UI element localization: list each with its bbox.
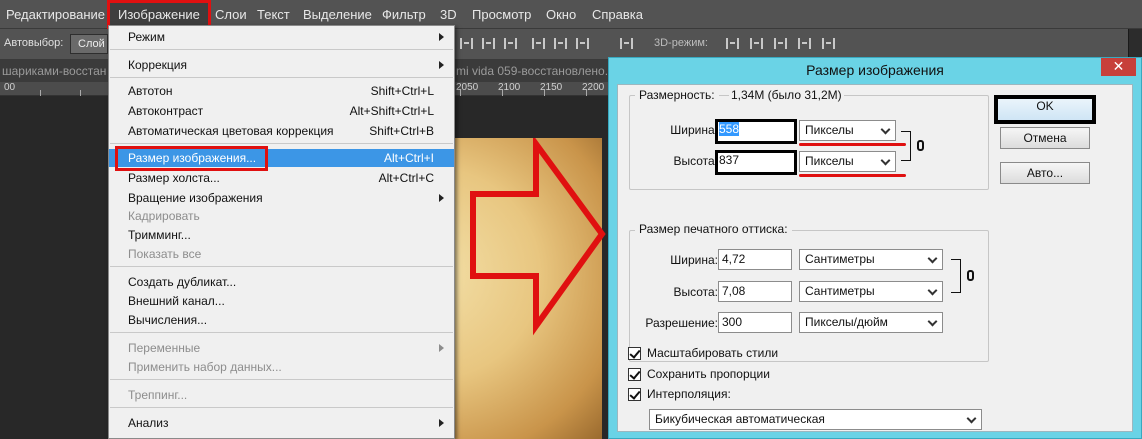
- distribute-icon[interactable]: [620, 38, 633, 49]
- document-tab-1[interactable]: шариками-восстан: [2, 60, 106, 82]
- pixel-dimensions-value: 1,34M (было 31,2M): [729, 88, 844, 102]
- chevron-down-icon: [966, 413, 977, 423]
- pixel-width-field[interactable]: 558: [715, 119, 797, 144]
- submenu-arrow-icon: [439, 194, 444, 202]
- cancel-button[interactable]: Отмена: [1000, 127, 1090, 149]
- chevron-down-icon: [927, 285, 938, 295]
- scale-styles-checkbox[interactable]: [628, 347, 641, 360]
- menu-item-trim[interactable]: Тримминг...: [109, 226, 454, 244]
- resolution-label: Разрешение:: [645, 316, 718, 330]
- menu-item-apply-data-set[interactable]: Применить набор данных...: [109, 358, 454, 376]
- print-width-unit-select[interactable]: Сантиметры: [799, 249, 943, 270]
- print-width-label: Ширина:: [670, 253, 718, 267]
- align-center-icon[interactable]: [554, 38, 567, 49]
- mode-3d-label: 3D-режим:: [654, 37, 708, 49]
- 3d-roll-icon[interactable]: [750, 38, 763, 49]
- menu-item-auto-tone[interactable]: Автотон Shift+Ctrl+L: [109, 82, 454, 100]
- align-middle-icon[interactable]: [482, 38, 495, 49]
- image-menu-dropdown: Режим Коррекция Автотон Shift+Ctrl+L Авто…: [108, 25, 455, 439]
- align-top-icon[interactable]: [460, 38, 473, 49]
- menu-item-adjustments[interactable]: Коррекция: [109, 56, 454, 74]
- chevron-down-icon: [927, 253, 938, 263]
- submenu-arrow-icon: [439, 33, 444, 41]
- link-bracket: [951, 259, 961, 293]
- chevron-down-icon: [927, 316, 938, 326]
- menu-item-reveal-all[interactable]: Показать все: [109, 245, 454, 263]
- dialog-body: Размерность: 1,34M (было 31,2M) Ширина: …: [617, 84, 1133, 432]
- menu-item-auto-contrast[interactable]: Автоконтраст Alt+Shift+Ctrl+L: [109, 102, 454, 120]
- resample-checkbox[interactable]: [628, 388, 641, 401]
- print-size-title: Размер печатного оттиска:: [635, 222, 792, 236]
- pixel-height-label: Высота:: [673, 154, 718, 168]
- constrain-proportions-label: Сохранить пропорции: [647, 367, 770, 381]
- chevron-down-icon: [880, 155, 891, 165]
- dialog-title: Размер изображения: [806, 62, 944, 78]
- menu-item-image-size[interactable]: Размер изображения... Alt+Ctrl+I: [109, 146, 454, 171]
- scale-styles-label: Масштабировать стили: [647, 346, 779, 360]
- submenu-arrow-icon: [439, 344, 444, 352]
- resolution-unit-select[interactable]: Пикселы/дюйм: [799, 312, 943, 333]
- align-left-icon[interactable]: [532, 38, 545, 49]
- align-bottom-icon[interactable]: [504, 38, 517, 49]
- link-bracket: [901, 131, 911, 161]
- autoselect-label: Автовыбор:: [4, 37, 64, 49]
- pixel-dimensions-label: Размерность:: [635, 88, 719, 102]
- print-height-unit-select[interactable]: Сантиметры: [799, 281, 943, 302]
- chain-link-icon: [967, 270, 974, 281]
- constrain-proportions-checkbox[interactable]: [628, 368, 641, 381]
- auto-button[interactable]: Авто...: [1000, 162, 1090, 184]
- resample-label: Интерполяция:: [647, 387, 731, 401]
- menu-item-trap[interactable]: Треппинг...: [109, 386, 454, 404]
- menu-item-duplicate[interactable]: Создать дубликат...: [109, 273, 454, 291]
- menu-edit[interactable]: Редактирование: [6, 0, 105, 29]
- 3d-slide-icon[interactable]: [798, 38, 811, 49]
- menu-window[interactable]: Окно: [546, 0, 576, 29]
- print-height-field[interactable]: 7,08: [718, 281, 792, 302]
- 3d-scale-icon[interactable]: [822, 38, 835, 49]
- submenu-arrow-icon: [439, 61, 444, 69]
- menu-item-auto-color[interactable]: Автоматическая цветовая коррекция Shift+C…: [109, 122, 454, 140]
- menu-item-calculations[interactable]: Вычисления...: [109, 311, 454, 329]
- chain-link-icon: [917, 140, 924, 151]
- pixel-width-unit-select[interactable]: Пикселы: [799, 120, 896, 141]
- highlight-underline: [799, 143, 906, 146]
- print-width-field[interactable]: 4,72: [718, 249, 792, 270]
- resample-method-select[interactable]: Бикубическая автоматическая: [649, 409, 982, 430]
- close-icon[interactable]: ✕: [1101, 58, 1136, 76]
- print-height-label: Высота:: [673, 285, 718, 299]
- pixel-width-label: Ширина:: [670, 123, 718, 137]
- autoselect-dropdown[interactable]: Слой: [70, 34, 108, 54]
- document-tab-2[interactable]: mi vida 059-восстановлено.а: [456, 60, 615, 82]
- submenu-arrow-icon: [439, 419, 444, 427]
- arrow-right-icon: [470, 138, 606, 336]
- highlight-underline: [799, 174, 906, 177]
- menu-item-mode[interactable]: Режим: [109, 28, 454, 46]
- pixel-height-field[interactable]: 837: [715, 150, 797, 175]
- menu-item-analysis[interactable]: Анализ: [109, 414, 454, 432]
- menu-item-apply-image[interactable]: Внешний канал...: [109, 292, 454, 310]
- ok-button[interactable]: OK: [994, 95, 1096, 124]
- 3d-pan-icon[interactable]: [774, 38, 787, 49]
- pixel-height-unit-select[interactable]: Пикселы: [799, 151, 896, 172]
- chevron-down-icon: [880, 124, 891, 134]
- menu-item-crop[interactable]: Кадрировать: [109, 207, 454, 225]
- resolution-field[interactable]: 300: [718, 312, 792, 333]
- 3d-rotate-icon[interactable]: [726, 38, 739, 49]
- image-size-dialog: Размер изображения ✕ Размерность: 1,34M …: [608, 57, 1142, 439]
- align-right-icon[interactable]: [576, 38, 589, 49]
- menu-item-variables[interactable]: Переменные: [109, 339, 454, 357]
- menu-view[interactable]: Просмотр: [472, 0, 531, 29]
- menu-help[interactable]: Справка: [592, 0, 643, 29]
- menu-item-canvas-size[interactable]: Размер холста... Alt+Ctrl+C: [109, 169, 454, 187]
- ruler-label: 00: [4, 82, 16, 93]
- menu-item-image-rotation[interactable]: Вращение изображения: [109, 189, 454, 207]
